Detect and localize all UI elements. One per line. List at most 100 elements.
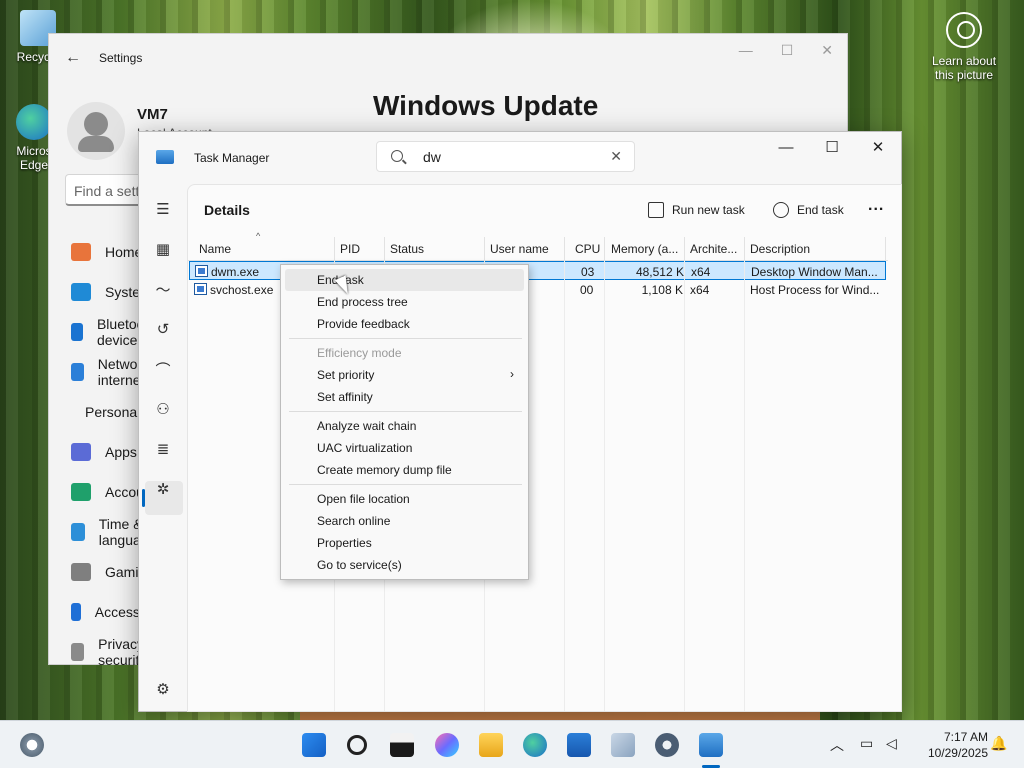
column-divider[interactable] xyxy=(604,237,605,261)
column-header[interactable]: Archite... xyxy=(690,242,744,256)
table-cell-cpu: 03 xyxy=(581,265,595,279)
column-header[interactable]: Status xyxy=(390,242,480,256)
widgets-icon[interactable] xyxy=(20,733,44,757)
nav-selected-indicator xyxy=(142,489,145,507)
taskbar: ︿ ▭ ◁ 7:17 AM 10/29/2025 🔔 xyxy=(0,720,1024,768)
task-manager-window-controls: — ☐ ✕ xyxy=(763,132,901,162)
maximize-icon[interactable]: ☐ xyxy=(809,132,855,162)
run-new-task-button[interactable]: Run new task xyxy=(648,197,745,223)
system-clock[interactable]: 7:17 AM 10/29/2025 xyxy=(912,729,988,761)
search-icon[interactable] xyxy=(347,735,367,755)
minimize-icon[interactable]: — xyxy=(763,132,809,162)
menu-item-properties[interactable]: Properties xyxy=(285,532,524,554)
file-explorer-icon[interactable] xyxy=(479,733,503,757)
task-view-icon[interactable] xyxy=(390,733,414,757)
close-icon[interactable]: ✕ xyxy=(821,42,833,59)
column-header[interactable]: Memory (a... xyxy=(611,242,683,256)
more-options-button[interactable]: ... xyxy=(868,197,884,215)
process-search-box[interactable]: dw ✕ xyxy=(376,141,635,172)
settings-icon[interactable] xyxy=(655,733,679,757)
services-icon[interactable]: ✲ xyxy=(151,477,175,501)
menu-item-set-priority[interactable]: Set priority › xyxy=(285,364,524,386)
settings-title: Settings xyxy=(99,51,143,65)
menu-item-label: Set affinity xyxy=(317,390,373,404)
app-history-icon[interactable]: ↺ xyxy=(151,317,175,341)
column-header[interactable]: User name xyxy=(490,242,568,256)
store-icon[interactable] xyxy=(567,733,591,757)
column-divider[interactable] xyxy=(744,237,745,261)
maximize-icon[interactable]: ☐ xyxy=(781,42,794,59)
table-cell-cpu: 00 xyxy=(580,283,594,297)
menu-item-efficiency-mode: Efficiency mode xyxy=(285,342,524,364)
menu-item-uac-virtualization[interactable]: UAC virtualization xyxy=(285,437,524,459)
edge-icon[interactable] xyxy=(523,733,547,757)
clear-search-icon[interactable]: ✕ xyxy=(610,148,622,165)
task-manager-icon[interactable] xyxy=(699,733,723,757)
menu-item-analyze-wait-chain[interactable]: Analyze wait chain xyxy=(285,415,524,437)
apps-icon xyxy=(71,443,91,461)
time-icon xyxy=(71,523,85,541)
system-icon xyxy=(71,283,91,301)
performance-icon[interactable]: 〜 xyxy=(151,277,175,301)
menu-item-open-file-location[interactable]: Open file location xyxy=(285,488,524,510)
details-icon[interactable]: ≣ xyxy=(151,437,175,461)
menu-item-create-memory-dump-file[interactable]: Create memory dump file xyxy=(285,459,524,481)
minimize-icon[interactable]: — xyxy=(739,42,753,59)
process-icon xyxy=(194,283,207,295)
search-icon xyxy=(391,150,403,162)
task-manager-nav-rail: ☰ ▦ 〜 ↺ ⌒ ⚇ ≣ ✲ ⚙ xyxy=(139,184,187,712)
menu-item-search-online[interactable]: Search online xyxy=(285,510,524,532)
table-cell-memory: 1,108 K xyxy=(641,283,683,297)
column-divider[interactable] xyxy=(564,237,565,261)
users-icon[interactable]: ⚇ xyxy=(151,397,175,421)
notifications-bell-icon[interactable]: 🔔 xyxy=(990,735,1007,752)
menu-separator xyxy=(289,484,522,485)
avatar[interactable] xyxy=(67,102,125,160)
show-hidden-icons-icon[interactable]: ︿ xyxy=(830,735,844,755)
end-task-label: End task xyxy=(797,203,844,217)
menu-item-label: Open file location xyxy=(317,492,410,506)
chevron-right-icon: › xyxy=(510,367,514,381)
column-header[interactable]: Name xyxy=(199,242,319,256)
menu-item-label: Properties xyxy=(317,536,372,550)
close-icon[interactable]: ✕ xyxy=(855,132,901,162)
menu-item-end-task[interactable]: End task xyxy=(285,269,524,291)
page-title: Windows Update xyxy=(373,90,599,121)
processes-icon[interactable]: ▦ xyxy=(151,237,175,261)
column-header[interactable]: Description xyxy=(750,242,890,256)
menu-item-provide-feedback[interactable]: Provide feedback xyxy=(285,313,524,335)
hamburger-menu-icon[interactable]: ☰ xyxy=(151,197,175,221)
copilot-icon[interactable] xyxy=(435,733,459,757)
volume-muted-icon[interactable]: ◁ xyxy=(886,735,897,752)
start-icon[interactable] xyxy=(302,733,326,757)
search-input[interactable]: dw xyxy=(423,149,441,165)
column-divider[interactable] xyxy=(885,237,886,261)
column-divider[interactable] xyxy=(684,237,685,261)
column-divider[interactable] xyxy=(384,237,385,261)
installer-icon[interactable] xyxy=(611,733,635,757)
context-menu: End task End process tree Provide feedback… xyxy=(280,264,529,580)
column-divider[interactable] xyxy=(484,237,485,261)
network-icon[interactable]: ▭ xyxy=(860,735,873,752)
end-task-button[interactable]: End task xyxy=(773,197,844,223)
menu-item-label: Set priority xyxy=(317,368,375,382)
menu-item-go-to-service-s[interactable]: Go to service(s) xyxy=(285,554,524,576)
section-heading: Details xyxy=(204,202,250,218)
menu-item-label: Create memory dump file xyxy=(317,463,452,477)
column-divider[interactable] xyxy=(334,237,335,261)
camera-icon xyxy=(946,12,982,48)
learn-label: this picture xyxy=(934,68,994,82)
menu-item-end-process-tree[interactable]: End process tree xyxy=(285,291,524,313)
menu-item-label: Provide feedback xyxy=(317,317,410,331)
back-arrow-icon[interactable]: ← xyxy=(65,49,83,67)
column-header-row: Name PID Status User name CPU Memory (a... Arc… xyxy=(188,237,888,261)
column-header[interactable]: PID xyxy=(340,242,384,256)
learn-about-picture[interactable]: Learn about this picture xyxy=(918,12,1010,82)
menu-item-set-affinity[interactable]: Set affinity xyxy=(285,386,524,408)
column-gridline xyxy=(744,261,745,711)
settings-window-controls: — ☐ ✕ xyxy=(739,42,833,59)
learn-label: Learn about xyxy=(931,54,997,68)
home-icon xyxy=(71,243,91,261)
startup-apps-icon[interactable]: ⌒ xyxy=(151,357,175,381)
settings-gear-icon[interactable]: ⚙ xyxy=(151,677,175,701)
